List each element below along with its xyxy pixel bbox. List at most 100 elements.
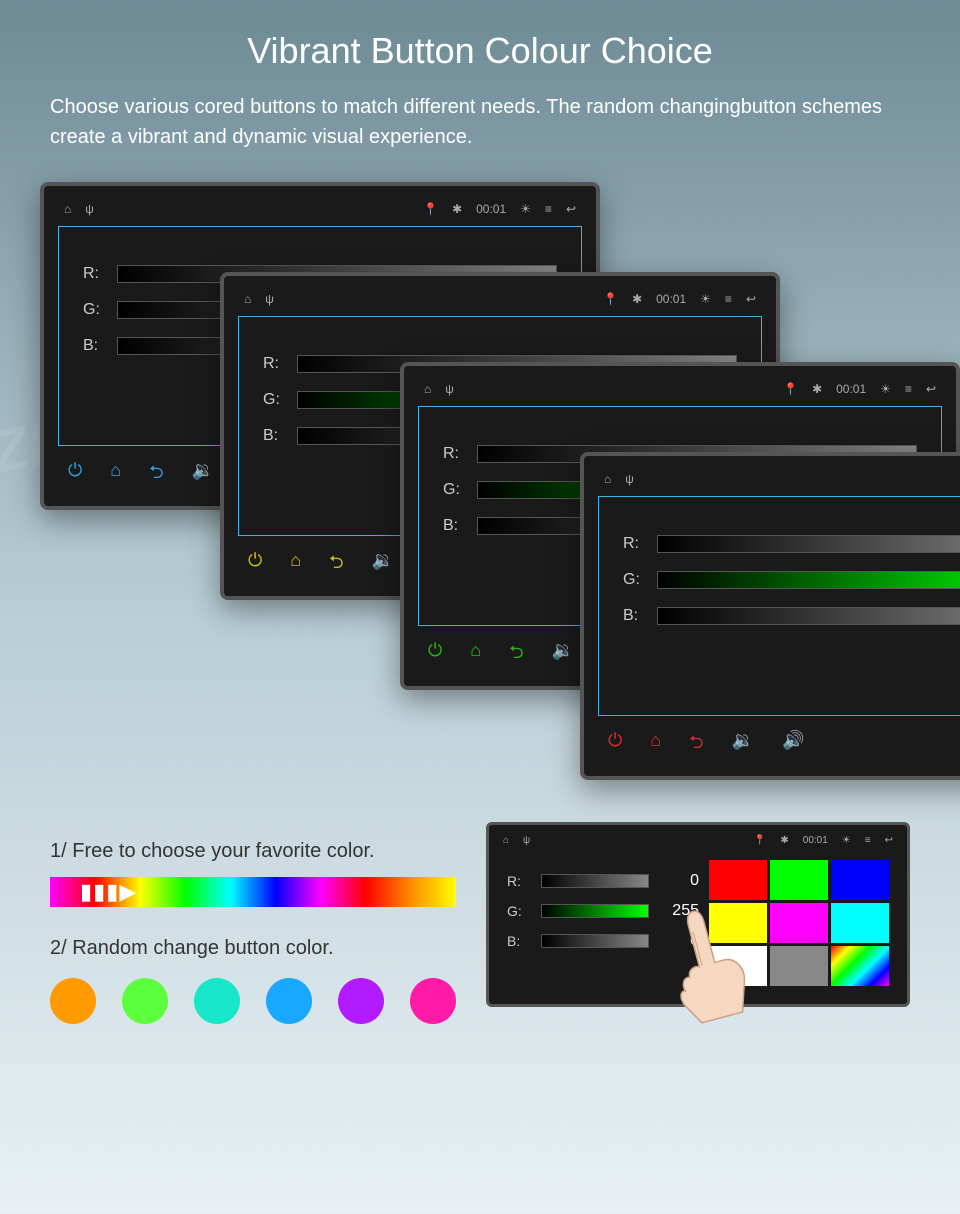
back-icon[interactable]: ⮌	[689, 730, 703, 760]
g-label: G:	[263, 391, 287, 409]
g-label: G:	[507, 903, 531, 919]
b-label: B:	[443, 517, 467, 535]
color-dot	[194, 978, 240, 1024]
usb-icon: ψ	[85, 202, 94, 216]
power-icon[interactable]: ⏻	[68, 460, 82, 490]
color-dots	[50, 978, 456, 1024]
back-icon[interactable]: ↩	[885, 835, 893, 846]
brightness-icon[interactable]: ☀	[700, 292, 711, 306]
home-icon[interactable]: ⌂	[650, 730, 661, 760]
palette-swatch[interactable]	[709, 860, 767, 900]
menu-icon[interactable]: ≡	[865, 835, 871, 846]
tablet-red: ⌂ψ 📍 ✱ R: 0 G: 255 B: 0 ⏻	[580, 452, 960, 780]
statusbar: ⌂ψ 📍 ✱	[598, 470, 960, 496]
r-label: R:	[443, 445, 467, 463]
statusbar: ⌂ ψ 📍 ✱ 00:01 ☀ ≡ ↩	[58, 200, 582, 226]
b-label: B:	[507, 933, 531, 949]
clock-text: 00:01	[476, 202, 506, 216]
home-icon[interactable]: ⌂	[244, 292, 251, 306]
tablet-stack: ⌂ ψ 📍 ✱ 00:01 ☀ ≡ ↩ R: G: B: ⏻ ⌂ ⮌ 🔉 ⌂ ψ	[0, 182, 960, 802]
b-label: B:	[83, 337, 107, 355]
brightness-icon[interactable]: ☀	[880, 382, 891, 396]
r-slider[interactable]	[541, 874, 649, 888]
back-icon[interactable]: ⮌	[149, 460, 163, 490]
b-slider[interactable]	[657, 607, 960, 625]
g-label: G:	[443, 481, 467, 499]
voldown-icon[interactable]: 🔉	[372, 550, 394, 580]
menu-icon[interactable]: ≡	[905, 382, 912, 396]
statusbar: ⌂ ψ 📍 ✱ 00:01 ☀ ≡ ↩	[238, 290, 762, 316]
location-icon: 📍	[783, 382, 798, 396]
home-icon[interactable]: ⌂	[470, 640, 481, 670]
bluetooth-icon: ✱	[452, 202, 462, 216]
home-icon[interactable]: ⌂	[604, 472, 611, 486]
b-label: B:	[623, 607, 647, 625]
bullet-2: 2/ Random change button color.	[50, 937, 456, 960]
tablet-picker: ⌂ψ 📍 ✱ 00:01 ☀ ≡ ↩ R: 0 G: 255	[486, 822, 910, 1007]
clock-text: 00:01	[656, 292, 686, 306]
r-value: 0	[659, 872, 699, 890]
power-icon[interactable]: ⏻	[428, 640, 442, 670]
home-icon[interactable]: ⌂	[64, 202, 71, 216]
back-icon[interactable]: ↩	[746, 292, 756, 306]
home-icon[interactable]: ⌂	[503, 835, 509, 846]
g-label: G:	[623, 571, 647, 589]
power-icon[interactable]: ⏻	[248, 550, 262, 580]
r-label: R:	[83, 265, 107, 283]
location-icon: 📍	[754, 835, 766, 846]
bluetooth-icon: ✱	[632, 292, 642, 306]
voldown-icon[interactable]: 🔉	[192, 460, 214, 490]
location-icon: 📍	[603, 292, 618, 306]
voldown-icon[interactable]: 🔉	[552, 640, 574, 670]
clock-text: 00:01	[836, 382, 866, 396]
color-dot	[50, 978, 96, 1024]
usb-icon: ψ	[625, 472, 634, 486]
r-label: R:	[507, 873, 531, 889]
g-label: G:	[83, 301, 107, 319]
brightness-icon[interactable]: ☀	[520, 202, 531, 216]
page-desc: Choose various cored buttons to match di…	[0, 72, 960, 152]
bluetooth-icon: ✱	[780, 835, 788, 846]
color-dot	[122, 978, 168, 1024]
home-icon[interactable]: ⌂	[110, 460, 121, 490]
b-label: B:	[263, 427, 287, 445]
color-dot	[338, 978, 384, 1024]
back-icon[interactable]: ↩	[566, 202, 576, 216]
palette-swatch[interactable]	[770, 946, 828, 986]
page-title: Vibrant Button Colour Choice	[0, 0, 960, 72]
r-label: R:	[263, 355, 287, 373]
palette-swatch[interactable]	[770, 903, 828, 943]
back-icon[interactable]: ↩	[926, 382, 936, 396]
usb-icon: ψ	[265, 292, 274, 306]
b-slider[interactable]	[541, 934, 649, 948]
statusbar: ⌂ ψ 📍 ✱ 00:01 ☀ ≡ ↩	[418, 380, 942, 406]
menu-icon[interactable]: ≡	[545, 202, 552, 216]
location-icon: 📍	[423, 202, 438, 216]
bullet-1: 1/ Free to choose your favorite color.	[50, 840, 456, 863]
clock-text: 00:01	[803, 835, 828, 846]
palette-swatch[interactable]	[831, 946, 889, 986]
power-icon[interactable]: ⏻	[608, 730, 622, 760]
home-icon[interactable]: ⌂	[424, 382, 431, 396]
palette-swatch[interactable]	[831, 903, 889, 943]
bluetooth-icon: ✱	[812, 382, 822, 396]
nav-buttons: ⏻ ⌂ ⮌ 🔉 🔊	[598, 716, 960, 762]
color-dot	[266, 978, 312, 1024]
voldown-icon[interactable]: 🔉	[732, 730, 754, 760]
menu-icon[interactable]: ≡	[725, 292, 732, 306]
back-icon[interactable]: ⮌	[509, 640, 523, 670]
usb-icon: ψ	[523, 835, 530, 846]
palette-swatch[interactable]	[831, 860, 889, 900]
palette-swatch[interactable]	[770, 860, 828, 900]
color-dot	[410, 978, 456, 1024]
volup-icon[interactable]: 🔊	[782, 730, 804, 760]
brightness-icon[interactable]: ☀	[842, 835, 851, 846]
g-slider[interactable]	[657, 571, 960, 589]
usb-icon: ψ	[445, 382, 454, 396]
home-icon[interactable]: ⌂	[290, 550, 301, 580]
r-label: R:	[623, 535, 647, 553]
g-slider[interactable]	[541, 904, 649, 918]
back-icon[interactable]: ⮌	[329, 550, 343, 580]
r-slider[interactable]	[657, 535, 960, 553]
color-panel: R: 0 G: 255 B: 0	[598, 496, 960, 716]
